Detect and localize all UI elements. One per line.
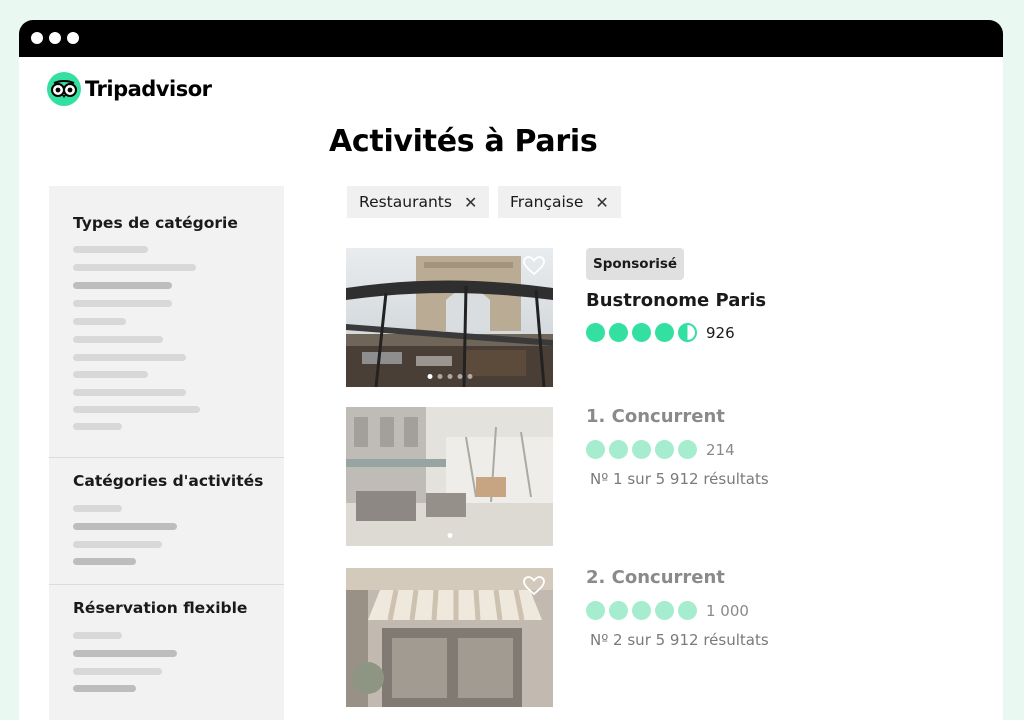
page-title: Activités à Paris	[329, 124, 598, 159]
brand-name: Tripadvisor	[85, 77, 212, 101]
rating-row[interactable]: 926	[586, 323, 735, 342]
sidebar-divider	[49, 584, 284, 585]
filter-option-placeholder[interactable]	[73, 668, 162, 675]
filter-option-placeholder[interactable]	[73, 264, 196, 271]
sidebar-section-title[interactable]: Réservation flexible	[73, 599, 247, 617]
rating-bubble-icon	[655, 323, 674, 342]
filter-option-placeholder[interactable]	[73, 685, 136, 692]
filter-option-placeholder[interactable]	[73, 406, 200, 413]
tripadvisor-logo[interactable]: Tripadvisor	[47, 72, 212, 106]
result-photo[interactable]	[346, 248, 553, 387]
photo-pager[interactable]	[447, 533, 452, 538]
filter-sidebar: Types de catégorie Catégories d'activité…	[49, 186, 284, 720]
filter-chip-cuisine[interactable]: Française ✕	[498, 186, 621, 218]
review-count[interactable]: 214	[706, 441, 735, 459]
rating-bubble-icon	[632, 601, 651, 620]
review-count[interactable]: 926	[706, 324, 735, 342]
filter-option-placeholder[interactable]	[73, 300, 172, 307]
rating-half-bubble-icon	[678, 323, 697, 342]
rating-bubble-icon	[609, 601, 628, 620]
photo-pager[interactable]	[427, 374, 472, 379]
rating-bubble-icon	[609, 440, 628, 459]
sponsored-badge: Sponsorisé	[586, 248, 685, 280]
filter-chip-label: Française	[510, 193, 584, 211]
filter-option-placeholder[interactable]	[73, 423, 122, 430]
rating-bubble-icon	[632, 323, 651, 342]
rating-row[interactable]: 1 000	[586, 601, 749, 620]
close-icon[interactable]: ✕	[464, 193, 477, 212]
filter-option-placeholder[interactable]	[73, 246, 148, 253]
result-photo[interactable]	[346, 407, 553, 546]
result-photo[interactable]	[346, 568, 553, 707]
result-title[interactable]: Bustronome Paris	[586, 290, 766, 311]
heart-icon[interactable]	[523, 256, 545, 276]
rating-bubble-icon	[586, 323, 605, 342]
window-dot-icon[interactable]	[67, 32, 79, 44]
sidebar-section-title[interactable]: Types de catégorie	[73, 214, 238, 232]
filter-option-placeholder[interactable]	[73, 541, 162, 548]
result-rank: Nº 1 sur 5 912 résultats	[590, 470, 769, 488]
filter-option-placeholder[interactable]	[73, 650, 177, 657]
browser-window: Tripadvisor Activités à Paris Types de c…	[19, 20, 1003, 720]
rating-bubble-icon	[586, 601, 605, 620]
filter-option-placeholder[interactable]	[73, 558, 136, 565]
heart-icon[interactable]	[523, 576, 545, 596]
review-count[interactable]: 1 000	[706, 602, 749, 620]
sidebar-divider	[49, 457, 284, 458]
result-title[interactable]: 1. Concurrent	[586, 406, 725, 427]
filter-chip-label: Restaurants	[359, 193, 452, 211]
filter-option-placeholder[interactable]	[73, 354, 186, 361]
filter-option-placeholder[interactable]	[73, 505, 122, 512]
rating-bubble-icon	[609, 323, 628, 342]
filter-option-placeholder[interactable]	[73, 523, 177, 530]
rating-bubble-icon	[655, 601, 674, 620]
window-dot-icon[interactable]	[49, 32, 61, 44]
result-title[interactable]: 2. Concurrent	[586, 567, 725, 588]
close-icon[interactable]: ✕	[595, 193, 608, 212]
filter-option-placeholder[interactable]	[73, 632, 122, 639]
rating-bubble-icon	[678, 601, 697, 620]
filter-option-placeholder[interactable]	[73, 336, 163, 343]
rating-bubble-icon	[586, 440, 605, 459]
rating-row[interactable]: 214	[586, 440, 735, 459]
filter-chip-restaurants[interactable]: Restaurants ✕	[347, 186, 490, 218]
window-dot-icon[interactable]	[31, 32, 43, 44]
window-titlebar	[19, 20, 1003, 57]
rating-bubble-icon	[632, 440, 651, 459]
rating-bubble-icon	[655, 440, 674, 459]
filter-option-placeholder[interactable]	[73, 371, 148, 378]
filter-option-placeholder[interactable]	[73, 389, 186, 396]
filter-option-placeholder[interactable]	[73, 318, 126, 325]
sidebar-section-title[interactable]: Catégories d'activités	[73, 472, 263, 490]
rating-bubble-icon	[678, 440, 697, 459]
owl-logo-icon	[47, 72, 81, 106]
result-rank: Nº 2 sur 5 912 résultats	[590, 631, 769, 649]
filter-option-placeholder[interactable]	[73, 282, 172, 289]
